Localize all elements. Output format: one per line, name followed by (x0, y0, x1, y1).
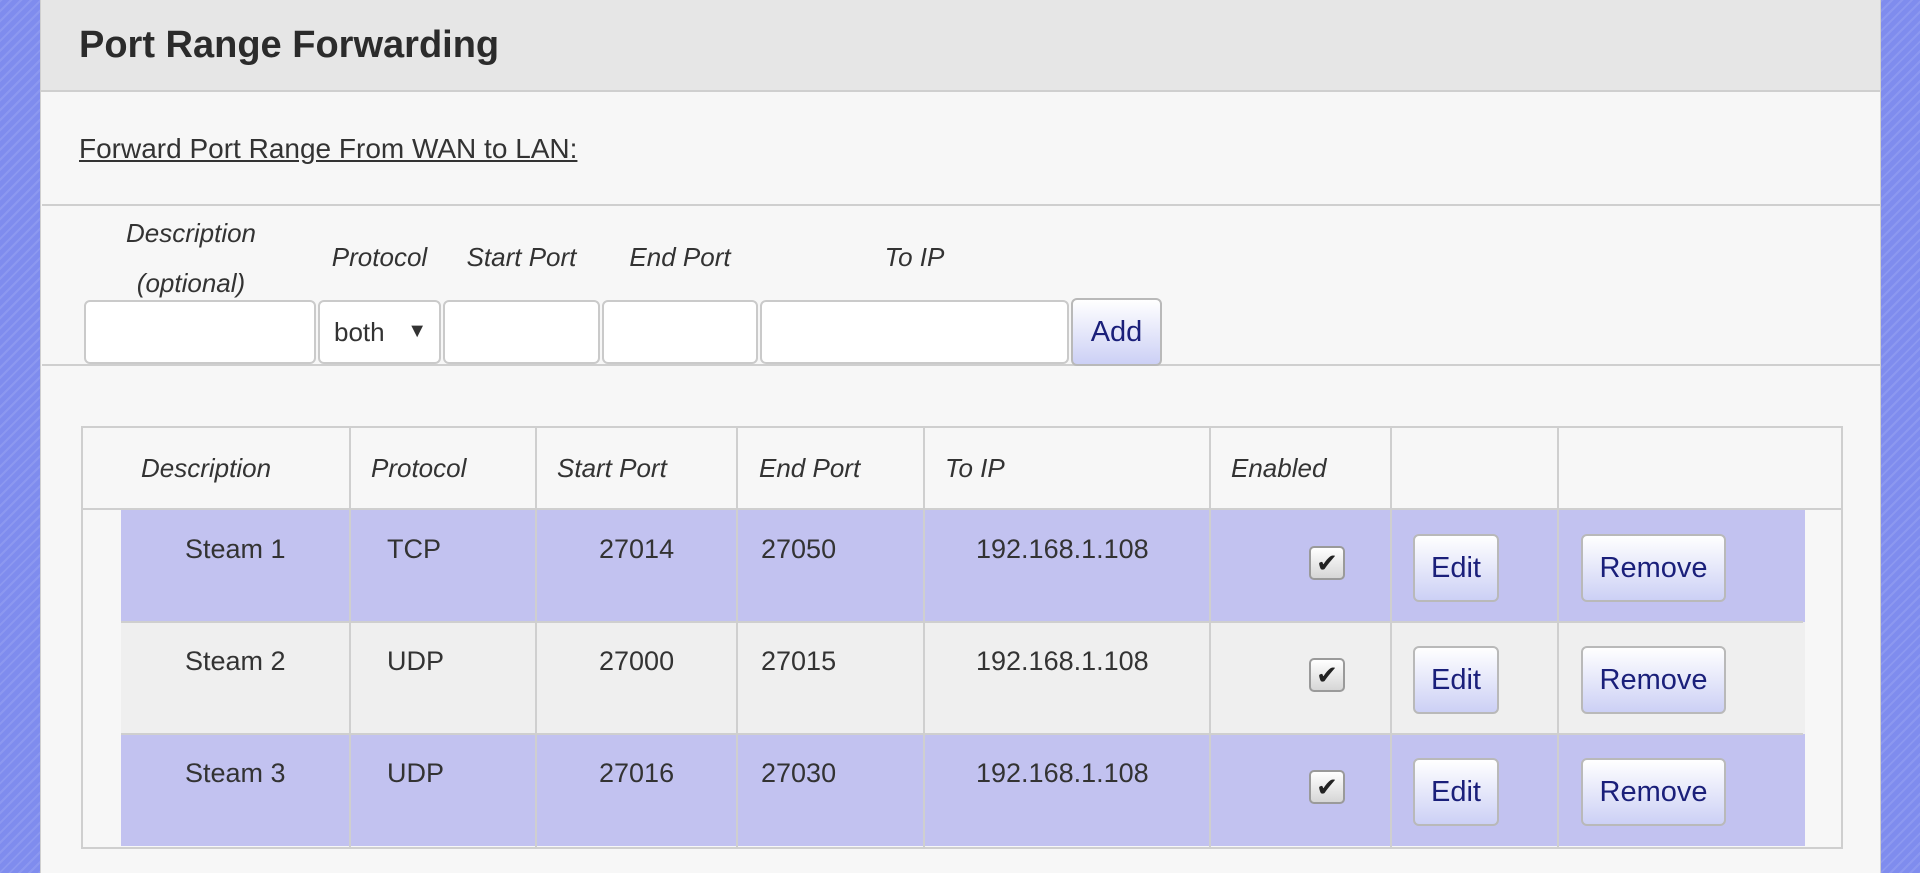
row-protocol: UDP (387, 758, 445, 788)
column-divider (736, 428, 738, 847)
page-title: Port Range Forwarding (79, 23, 500, 66)
row-to-ip: 192.168.1.108 (976, 534, 1149, 564)
add-button[interactable]: Add (1071, 298, 1162, 366)
start-port-label: Start Port (466, 242, 577, 272)
start-port-input[interactable] (443, 300, 600, 364)
row-description: Steam 1 (185, 534, 286, 564)
remove-button[interactable]: Remove (1581, 758, 1726, 826)
to-ip-label: To IP (884, 242, 945, 272)
description-label: Description (optional) (125, 218, 257, 298)
checkmark-icon: ✔ (1316, 771, 1338, 802)
col-header-to-ip: To IP (945, 453, 1005, 483)
add-rule-form: Description (optional) Protocol Start Po… (42, 204, 1881, 366)
protocol-select[interactable]: both ▼ (318, 300, 441, 364)
row-start-port: 27000 (599, 646, 675, 676)
col-header-description: Description (141, 453, 272, 483)
edit-button[interactable]: Edit (1413, 646, 1499, 714)
row-divider (121, 733, 1803, 735)
column-divider (349, 428, 351, 847)
col-header-enabled: Enabled (1231, 453, 1327, 483)
row-divider (121, 621, 1803, 623)
end-port-label: End Port (629, 242, 731, 272)
end-port-input[interactable] (602, 300, 758, 364)
row-end-port: 27015 (761, 646, 837, 676)
row-start-port: 27016 (599, 758, 675, 788)
remove-button[interactable]: Remove (1581, 534, 1726, 602)
enabled-checkbox[interactable]: ✔ (1309, 658, 1345, 692)
row-to-ip: 192.168.1.108 (976, 758, 1149, 788)
remove-button[interactable]: Remove (1581, 646, 1726, 714)
checkmark-icon: ✔ (1316, 659, 1338, 690)
column-divider (1209, 428, 1211, 847)
protocol-select-value: both (334, 316, 385, 347)
port-range-forwarding-panel: Port Range Forwarding Forward Port Range… (40, 0, 1881, 873)
table-row: Steam 3 UDP 27016 27030 192.168.1.108 ✔ … (121, 734, 1805, 846)
column-divider (535, 428, 537, 847)
to-ip-input[interactable] (760, 300, 1069, 364)
edit-button[interactable]: Edit (1413, 758, 1499, 826)
chevron-down-icon: ▼ (407, 320, 427, 342)
description-input[interactable] (84, 300, 316, 364)
row-to-ip: 192.168.1.108 (976, 646, 1149, 676)
checkmark-icon: ✔ (1316, 547, 1338, 578)
table-row: Steam 1 TCP 27014 27050 192.168.1.108 ✔ … (121, 510, 1805, 622)
col-header-end-port: End Port (759, 453, 861, 483)
section-label: Forward Port Range From WAN to LAN: (79, 133, 578, 164)
enabled-checkbox[interactable]: ✔ (1309, 546, 1345, 580)
col-header-protocol: Protocol (371, 453, 467, 483)
row-end-port: 27030 (761, 758, 837, 788)
column-divider (1390, 428, 1392, 847)
row-start-port: 27014 (599, 534, 675, 564)
row-protocol: TCP (387, 534, 441, 564)
row-end-port: 27050 (761, 534, 837, 564)
rules-table: Description Protocol Start Port End Port… (81, 426, 1843, 849)
col-header-start-port: Start Port (557, 453, 667, 483)
table-row: Steam 2 UDP 27000 27015 192.168.1.108 ✔ … (121, 622, 1805, 734)
row-protocol: UDP (387, 646, 445, 676)
edit-button[interactable]: Edit (1413, 534, 1499, 602)
enabled-checkbox[interactable]: ✔ (1309, 770, 1345, 804)
column-divider (923, 428, 925, 847)
column-divider (1557, 428, 1559, 847)
protocol-label: Protocol (331, 242, 428, 272)
panel-header: Port Range Forwarding (41, 0, 1880, 92)
row-description: Steam 3 (185, 758, 286, 788)
row-description: Steam 2 (185, 646, 286, 676)
